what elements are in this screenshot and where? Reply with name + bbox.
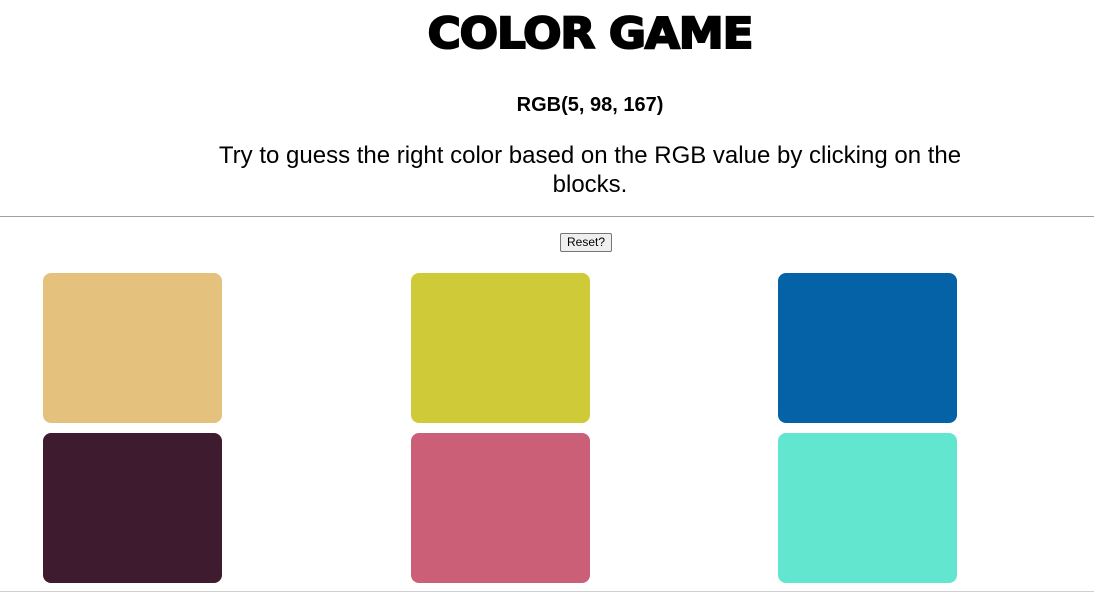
color-square[interactable] [778,433,957,583]
instructions-text: Try to guess the right color based on th… [218,142,962,198]
bottom-divider [0,591,1094,592]
color-square[interactable] [411,273,590,423]
color-square[interactable] [43,273,222,423]
target-rgb-value: RGB(5, 98, 167) [516,94,664,116]
top-divider [0,216,1094,217]
game-page: COLOR GAME RGB(5, 98, 167) Try to guess … [0,0,1094,593]
color-square[interactable] [411,433,590,583]
color-square[interactable] [778,273,957,423]
color-square[interactable] [43,433,222,583]
reset-button[interactable]: Reset? [560,233,613,252]
game-title: COLOR GAME [427,8,755,60]
